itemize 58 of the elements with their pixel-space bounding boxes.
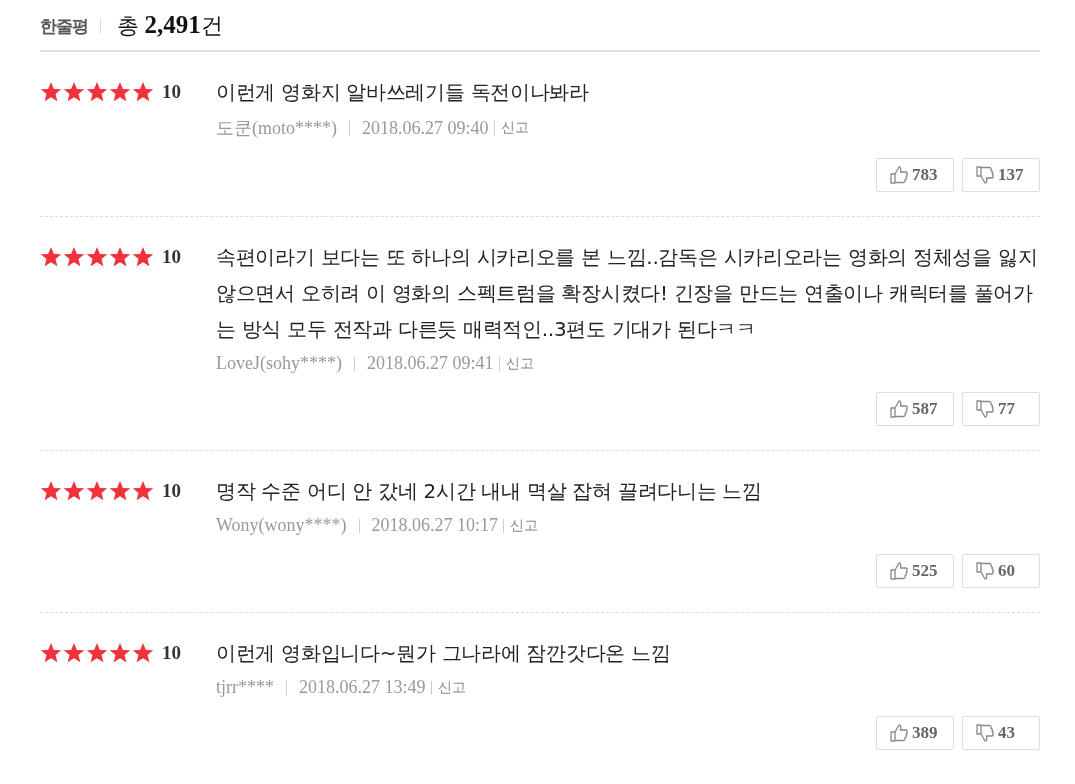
dislike-button[interactable]: 43 bbox=[962, 716, 1040, 750]
star-icon bbox=[40, 81, 62, 103]
thumbs-up-icon bbox=[889, 723, 909, 743]
review-date: 2018.06.27 09:40 bbox=[362, 117, 489, 139]
review-count: 총 2,491건 bbox=[117, 11, 223, 40]
thumbs-down-icon bbox=[975, 561, 995, 581]
star-icon bbox=[86, 246, 108, 268]
star-icon bbox=[86, 642, 108, 664]
score: 10 bbox=[162, 246, 181, 268]
star-icon bbox=[109, 81, 131, 103]
score: 10 bbox=[162, 81, 181, 103]
like-button[interactable]: 783 bbox=[876, 158, 954, 192]
star-icon bbox=[132, 81, 154, 103]
like-button[interactable]: 525 bbox=[876, 554, 954, 588]
star-icon bbox=[109, 246, 131, 268]
report-link[interactable]: 신고 bbox=[505, 354, 534, 373]
star-icon bbox=[86, 480, 108, 502]
star-icon bbox=[40, 480, 62, 502]
review-text: 속편이라기 보다는 또 하나의 시카리오를 본 느낌..감독은 시카리오라는 영화의 정체성을 잃지 않으면서 오히려 이 영화의 스펙트럼을 확장시켰다! 긴장을 만드는 연출이나 캐릭터를 풀어가는 방식 모두 전작과 다른듯 매력적인..3편도 기대가 된다ㅋㅋ bbox=[216, 244, 1039, 343]
author-name: tjrr**** bbox=[216, 677, 274, 698]
report-link[interactable]: 신고 bbox=[500, 119, 529, 137]
star-icon bbox=[40, 246, 62, 268]
star-icon bbox=[63, 81, 85, 103]
score: 10 bbox=[162, 642, 181, 664]
star-icon bbox=[63, 246, 85, 268]
thumbs-up-icon bbox=[889, 165, 909, 185]
dislike-button[interactable]: 137 bbox=[962, 158, 1040, 192]
star-icon bbox=[132, 480, 154, 502]
report-link[interactable]: 신고 bbox=[510, 516, 539, 535]
star-icon bbox=[132, 642, 154, 664]
author-name: Wony(wony****) bbox=[216, 515, 347, 536]
section-title: 한줄평 bbox=[40, 14, 88, 38]
dislike-button[interactable]: 77 bbox=[962, 392, 1040, 426]
dislike-button[interactable]: 60 bbox=[962, 554, 1040, 588]
thumbs-up-icon bbox=[889, 399, 909, 419]
thumbs-up-icon bbox=[889, 561, 909, 581]
star-icon bbox=[63, 480, 85, 502]
review-date: 2018.06.27 10:17 bbox=[371, 515, 499, 536]
author-name: LoveJ(sohy****) bbox=[216, 353, 342, 374]
review-text: 이런게 영화지 알바쓰레기들 독전이나봐라 bbox=[216, 79, 590, 106]
review-text: 명작 수준 어디 안 갔네 2시간 내내 멱살 잡혀 끌려다니는 느낌 bbox=[216, 478, 763, 505]
star-icon bbox=[63, 642, 85, 664]
thumbs-down-icon bbox=[975, 399, 995, 419]
star-icon bbox=[40, 642, 62, 664]
like-button[interactable]: 389 bbox=[876, 716, 954, 750]
score: 10 bbox=[162, 480, 181, 502]
review-text: 이런게 영화입니다~뭔가 그나라에 잠깐갓다온 느낌 bbox=[216, 640, 672, 667]
thumbs-down-icon bbox=[975, 723, 995, 743]
star-icon bbox=[109, 642, 131, 664]
like-button[interactable]: 587 bbox=[876, 392, 954, 426]
star-icon bbox=[109, 480, 131, 502]
review-date: 2018.06.27 09:41 bbox=[367, 353, 494, 374]
star-icon bbox=[132, 246, 154, 268]
review-date: 2018.06.27 13:49 bbox=[299, 677, 426, 698]
report-link[interactable]: 신고 bbox=[437, 678, 466, 697]
author-name: 도쿤(moto****) bbox=[216, 117, 337, 140]
star-icon bbox=[86, 81, 108, 103]
thumbs-down-icon bbox=[975, 165, 995, 185]
